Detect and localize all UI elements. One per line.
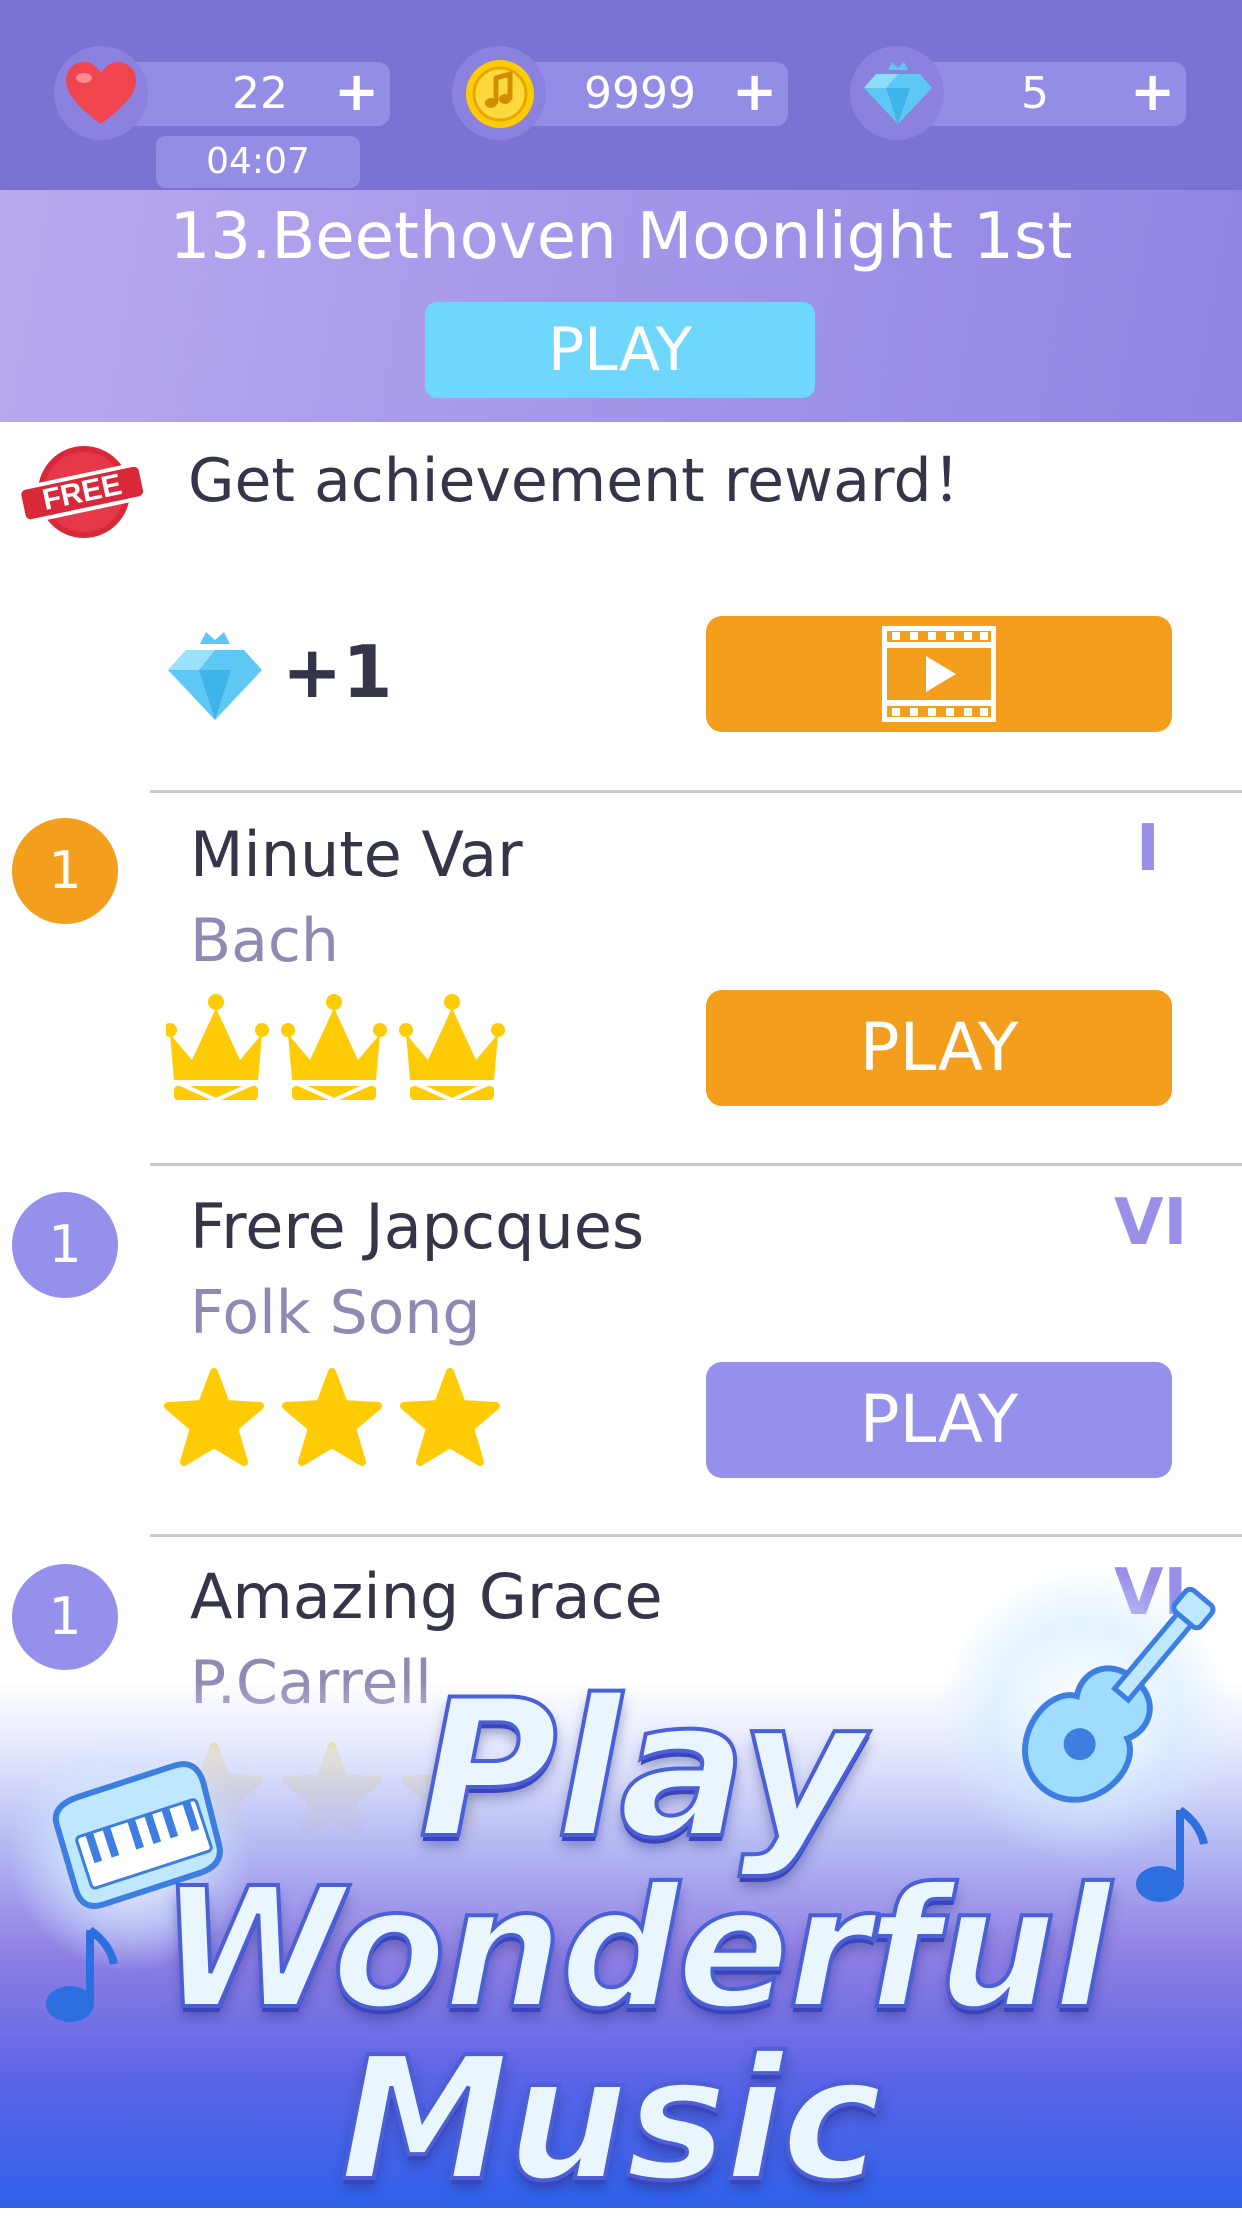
crown-rating (163, 990, 507, 1108)
crown-icon (163, 992, 507, 1103)
song-artist: Bach (190, 906, 339, 976)
watch-video-button[interactable] (706, 616, 1172, 732)
list-divider (150, 1534, 1242, 1537)
song-rank-badge: 1 (12, 1192, 118, 1298)
star-rating (164, 1368, 508, 1472)
diamond-icon (864, 62, 932, 124)
list-divider (150, 790, 1242, 793)
promo-line-2: Wonderful (158, 1853, 1113, 2046)
song-rank-badge: 1 (12, 818, 118, 924)
reward-diamond-icon (168, 632, 262, 720)
song-level: I (1136, 812, 1160, 886)
play-button[interactable]: PLAY (706, 1362, 1172, 1478)
play-button[interactable]: PLAY (706, 990, 1172, 1106)
featured-song-title: 13.Beethoven Moonlight 1st (169, 200, 1073, 274)
song-title: Amazing Grace (190, 1560, 663, 1633)
coin-icon (466, 60, 534, 128)
video-play-icon (882, 626, 996, 722)
star-icon (164, 1368, 508, 1466)
add-coins-button[interactable]: + (732, 60, 777, 124)
promo-line-1: Play (417, 1659, 866, 1880)
achievement-reward-amount: +1 (282, 630, 393, 714)
lives-timer: 04:07 (156, 136, 360, 188)
free-badge-icon: FREE (18, 446, 146, 538)
add-lives-button[interactable]: + (334, 60, 379, 124)
add-diamonds-button[interactable]: + (1130, 60, 1175, 124)
diamonds-value: 5 (1021, 68, 1049, 119)
music-note-icon (46, 1926, 118, 2022)
featured-play-button[interactable]: PLAY (425, 302, 815, 398)
song-title: Frere Japcques (190, 1190, 645, 1263)
song-artist: Folk Song (190, 1278, 481, 1348)
achievement-title: Get achievement reward！ (188, 446, 992, 516)
music-note-icon (1136, 1806, 1208, 1902)
song-rank-badge: 1 (12, 1564, 118, 1670)
lives-value: 22 (232, 68, 288, 119)
song-level: VI (1114, 1186, 1188, 1260)
song-title: Minute Var (190, 818, 523, 891)
coins-value: 9999 (584, 68, 696, 119)
promo-line-3: Music (338, 2021, 884, 2219)
heart-icon (66, 62, 136, 124)
list-divider (150, 1163, 1242, 1166)
